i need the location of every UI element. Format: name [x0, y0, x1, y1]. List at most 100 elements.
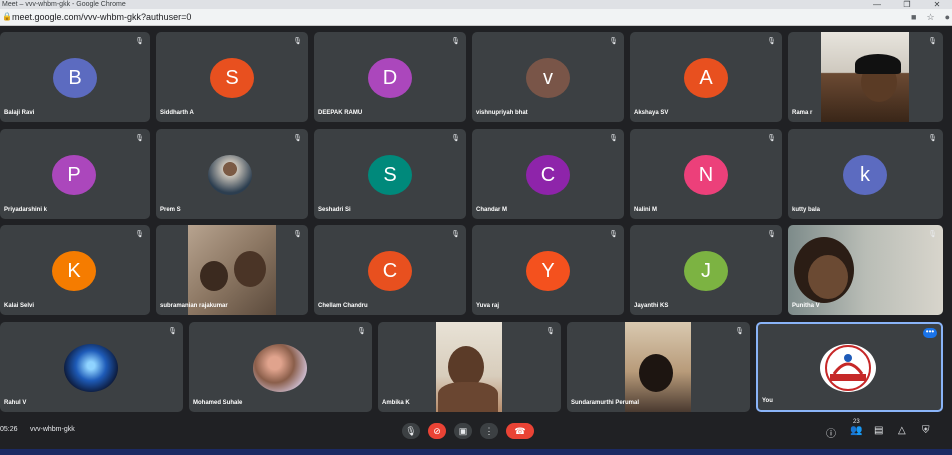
participant-video [821, 32, 909, 122]
participant-name: You [762, 398, 773, 404]
participant-tile[interactable]: 🎙 N Nalini M [630, 129, 782, 219]
mic-muted-icon: 🎙 [928, 38, 937, 45]
participant-tile[interactable]: 🎙 Ambika K [378, 322, 561, 412]
participant-name: Punitha V [792, 303, 820, 309]
info-icon[interactable]: ⓘ [826, 425, 836, 440]
mic-muted-icon: 🎙 [357, 328, 366, 335]
mic-icon: 🎙 [405, 426, 417, 436]
mic-muted-icon: 🎙 [767, 38, 776, 45]
participant-tile[interactable]: 🎙 k kutty bala [788, 129, 943, 219]
participant-name: subramanian rajakumar [160, 303, 228, 309]
meeting-code: vvv-whbm-gkk [30, 426, 75, 433]
minimize-button[interactable]: — [862, 0, 892, 9]
mic-muted-icon: 🎙 [928, 135, 937, 142]
self-tile[interactable]: ••• You [756, 322, 943, 412]
participant-name: Jayanthi KS [634, 303, 669, 309]
mic-muted-icon: 🎙 [293, 38, 302, 45]
mic-muted-icon: 🎙 [293, 135, 302, 142]
leave-call-button[interactable]: ☎ [506, 423, 534, 439]
avatar: k [843, 155, 887, 195]
participant-video [188, 225, 276, 315]
browser-title-bar: Meet – vvv-whbm-gkk - Google Chrome — ❐ … [0, 0, 952, 9]
mic-muted-icon: 🎙 [928, 231, 937, 238]
participant-tile[interactable]: 🎙 Sundaramurthi Perumal [567, 322, 750, 412]
hangup-icon: ☎ [514, 426, 526, 436]
avatar: C [368, 251, 412, 291]
participant-name: Mohamed Suhale [193, 400, 243, 406]
camera-toggle-button[interactable]: ⊘ [428, 423, 446, 439]
mic-muted-icon: 🎙 [451, 38, 460, 45]
participant-name: Balaji Ravi [4, 110, 35, 116]
close-window-button[interactable]: ✕ [922, 0, 952, 9]
more-options-icon[interactable]: ••• [923, 328, 937, 338]
mic-muted-icon: 🎙 [767, 231, 776, 238]
os-taskbar [0, 449, 952, 455]
participant-tile[interactable]: 🎙 S Siddharth A [156, 32, 308, 122]
mic-muted-icon: 🎙 [609, 38, 618, 45]
avatar: N [684, 155, 728, 195]
participant-tile[interactable]: 🎙 K Kalai Selvi [0, 225, 150, 315]
mic-muted-icon: 🎙 [609, 135, 618, 142]
lock-icon[interactable]: 🔒 [2, 12, 12, 21]
participant-name: Yuva raj [476, 303, 500, 309]
star-icon[interactable]: ☆ [926, 12, 934, 23]
avatar: J [684, 251, 728, 291]
mic-muted-icon: 🎙 [767, 135, 776, 142]
avatar: Y [526, 251, 570, 291]
avatar: C [526, 155, 570, 195]
participant-name: DEEPAK RAMU [318, 110, 363, 116]
mic-muted-icon: 🎙 [293, 231, 302, 238]
camera-icon[interactable]: ■ [911, 12, 916, 23]
participant-tile[interactable]: 🎙 Y Yuva raj [472, 225, 624, 315]
mic-button[interactable]: 🎙 [402, 423, 420, 439]
participant-tile[interactable]: 🎙 Prem S [156, 129, 308, 219]
participant-tile[interactable]: 🎙 J Jayanthi KS [630, 225, 782, 315]
avatar: P [52, 155, 96, 195]
participant-name: Priyadarshini k [4, 207, 48, 213]
participant-tile[interactable]: 🎙 B Balaji Ravi [0, 32, 150, 122]
maximize-button[interactable]: ❐ [892, 0, 922, 9]
participant-tile[interactable]: 🎙 A Akshaya SV [630, 32, 782, 122]
mic-muted-icon: 🎙 [168, 328, 177, 335]
participant-tile[interactable]: 🎙 Rama r [788, 32, 943, 122]
mic-muted-icon: 🎙 [609, 231, 618, 238]
niepmd-logo-icon [825, 345, 871, 391]
mic-muted-icon: 🎙 [135, 38, 144, 45]
participant-name: vishnupriyah bhat [476, 110, 528, 116]
participant-tile[interactable]: 🎙 Mohamed Suhale [189, 322, 372, 412]
participant-video [788, 225, 943, 315]
participant-name: Akshaya SV [634, 110, 669, 116]
participant-tile[interactable]: 🎙 S Seshadri Si [314, 129, 466, 219]
activities-icon[interactable]: △ [898, 425, 906, 436]
participant-tile[interactable]: 🎙 Punitha V [788, 225, 943, 315]
url-text[interactable]: meet.google.com/vvv-whbm-gkk?authuser=0 [12, 12, 191, 23]
host-controls-icon[interactable]: ⛨ [922, 425, 930, 436]
participant-tile[interactable]: 🎙 Rahul V [0, 322, 183, 412]
chat-icon[interactable]: ▤ [874, 425, 883, 436]
mic-muted-icon: 🎙 [135, 135, 144, 142]
avatar: B [53, 58, 97, 98]
participant-name: kutty bala [792, 207, 821, 213]
more-options-button[interactable]: ⋮ [480, 423, 498, 439]
participant-name: Chandar M [476, 207, 508, 213]
mic-muted-icon: 🎙 [135, 231, 144, 238]
participant-name: Sundaramurthi Perumal [571, 400, 640, 406]
avatar-photo [253, 344, 307, 392]
participant-name: Rahul V [4, 400, 27, 406]
window-controls: — ❐ ✕ [862, 0, 952, 9]
profile-icon[interactable]: ● [945, 12, 950, 23]
mic-muted-icon: 🎙 [546, 328, 555, 335]
mic-muted-icon: 🎙 [451, 135, 460, 142]
people-icon[interactable]: 👥 [850, 425, 862, 436]
avatar-photo [208, 155, 252, 195]
address-bar[interactable]: 🔒 meet.google.com/vvv-whbm-gkk?authuser=… [0, 9, 952, 26]
present-button[interactable]: ▣ [454, 423, 472, 439]
participant-tile[interactable]: 🎙 D DEEPAK RAMU [314, 32, 466, 122]
participant-tile[interactable]: 🎙 C Chandar M [472, 129, 624, 219]
present-icon: ▣ [458, 426, 468, 436]
meeting-time: 05:26 [0, 426, 18, 433]
participant-tile[interactable]: 🎙 P Priyadarshini k [0, 129, 150, 219]
participant-tile[interactable]: 🎙 C Chellam Chandru [314, 225, 466, 315]
participant-tile[interactable]: 🎙 v vishnupriyah bhat [472, 32, 624, 122]
participant-tile[interactable]: 🎙 subramanian rajakumar [156, 225, 308, 315]
